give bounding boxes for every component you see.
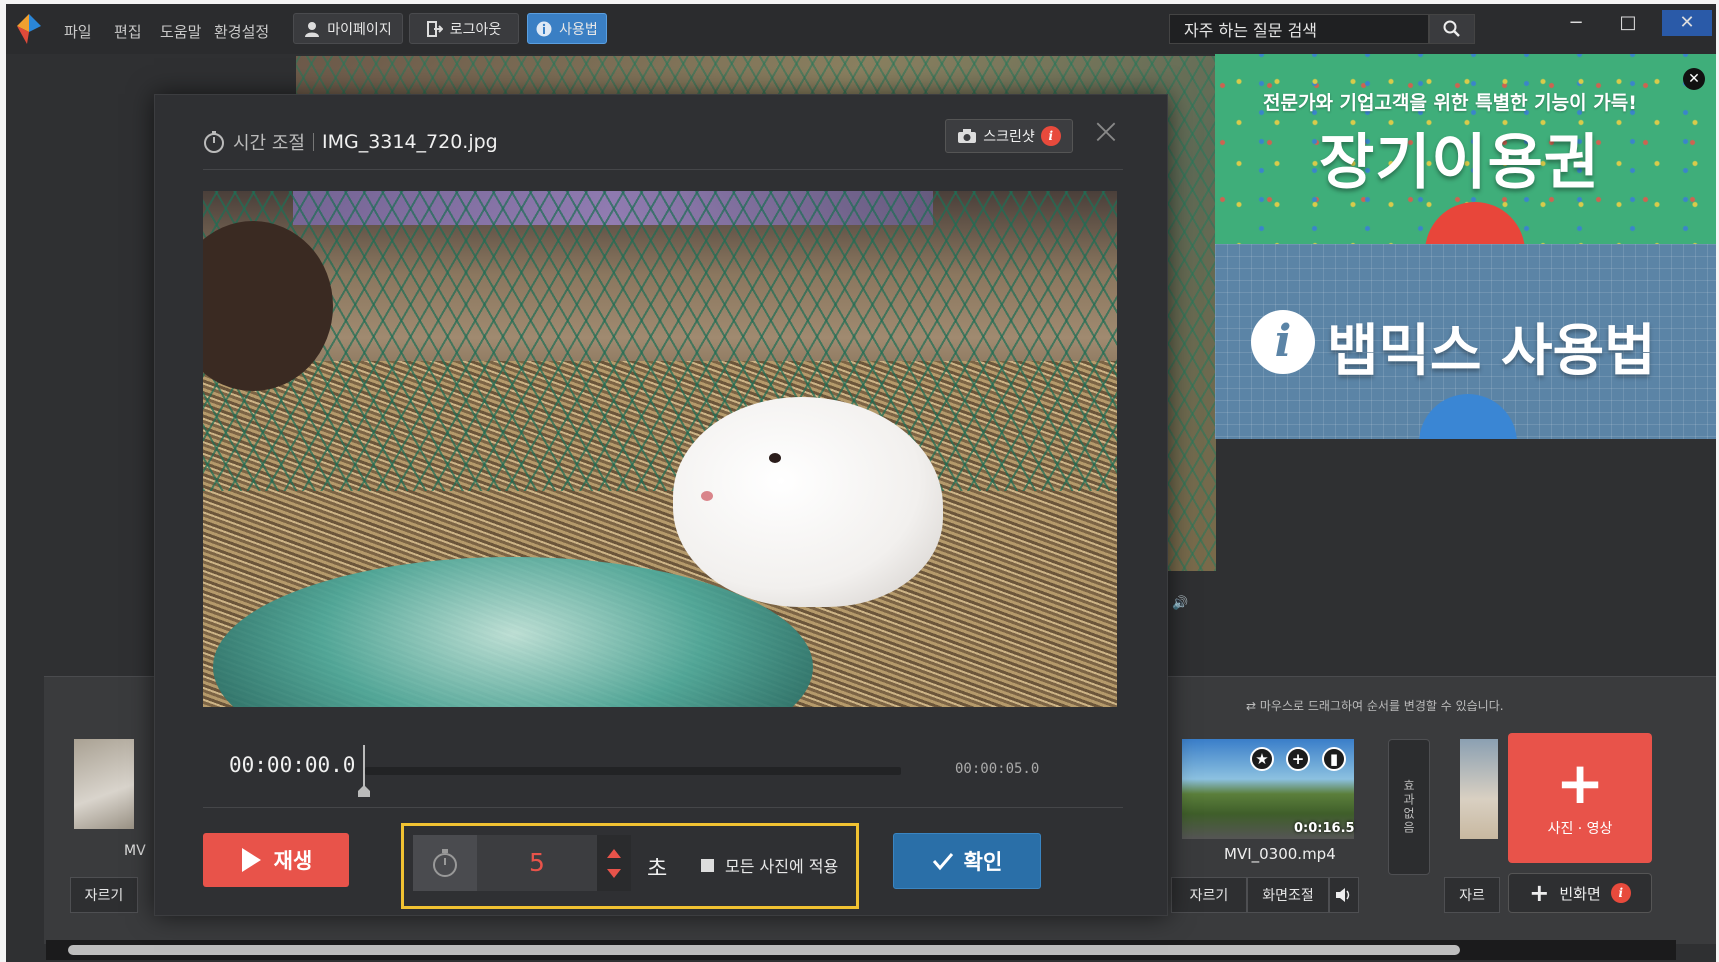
clip-thumbnail-next[interactable] [1460,739,1498,839]
add-photo-video-button[interactable]: + 사진 · 영상 [1508,733,1652,863]
ad-banner-longterm[interactable]: 전문가와 기업고객을 위한 특별한 기능이 가득! 장기이용권 ✕ [1215,54,1716,244]
confirm-button[interactable]: 확인 [893,833,1041,889]
menu-settings[interactable]: 환경설정 [214,21,269,42]
apply-all-label[interactable]: 모든 사진에 적용 [725,853,838,877]
photo-preview [203,191,1117,707]
screenshot-button[interactable]: 스크린샷 i [945,119,1073,153]
menu-file[interactable]: 파일 [64,21,92,42]
user-icon [305,21,320,37]
faq-search-placeholder: 자주 하는 질문 검색 [1184,21,1318,40]
trim-button-next[interactable]: 자르 [1444,877,1500,913]
mypage-label: 마이페이지 [327,21,392,38]
screen-adjust-button[interactable]: 화면조절 [1247,877,1329,913]
clip-duration: 0:0:16.5 [1294,821,1355,836]
info-icon [536,21,552,36]
title-bar: 파일 편집 도움말 환경설정 마이페이지 로그아웃 사용법 자주 하는 질문 검… [6,4,1716,54]
maximize-button[interactable]: □ [1603,10,1653,36]
menu-edit[interactable]: 편집 [114,21,142,42]
checkmark-icon [932,853,953,871]
ad1-subtitle: 전문가와 기업고객을 위한 특별한 기능이 가득! [1263,92,1637,114]
blank-screen-label: 빈화면 [1559,884,1601,903]
plus-icon: + [1529,879,1550,907]
drag-hint: ⇄ 마우스로 드래그하여 순서를 변경할 수 있습니다. [1246,699,1504,713]
screenshot-label: 스크린샷 [983,129,1035,145]
play-button[interactable]: 재생 [203,833,349,887]
mypage-button[interactable]: 마이페이지 [293,13,403,44]
ad-banner-usage[interactable]: i 뱁믹스 사용법 [1215,244,1716,439]
search-icon [1443,20,1460,37]
add-media-label: 사진 · 영상 [1547,821,1613,837]
info-badge-icon[interactable]: i [1040,126,1061,146]
logout-icon [426,20,443,37]
time-adjust-dialog: 시간 조절 IMG_3314_720.jpg 스크린샷 i × 00:00:00… [154,94,1168,916]
trash-icon[interactable]: ▮ [1322,747,1346,771]
search-button[interactable] [1429,14,1475,44]
end-time: 00:00:05.0 [955,761,1040,777]
trim-button[interactable]: 자르기 [1171,877,1247,913]
confirm-label: 확인 [963,850,1003,874]
increment-arrow-icon[interactable] [607,849,621,858]
seconds-unit: 초 [647,857,668,882]
trim-button-left[interactable]: 자르기 [70,877,138,913]
ad-close-button[interactable]: ✕ [1683,68,1705,90]
duration-stepper[interactable]: 5 [413,835,631,891]
duration-value[interactable]: 5 [477,835,597,891]
stopwatch-icon [413,835,477,891]
camera-icon [958,129,977,143]
clip-name-left: MV [124,843,146,859]
effect-icon[interactable]: ★ [1250,747,1274,771]
logout-label: 로그아웃 [449,21,502,38]
dialog-title: 시간 조절 IMG_3314_720.jpg [203,129,498,155]
play-label: 재생 [273,849,313,873]
usage-label: 사용법 [559,21,598,38]
playhead[interactable] [363,745,365,789]
dialog-close-button[interactable]: × [1089,114,1123,151]
horizontal-scrollbar[interactable] [46,940,1676,960]
volume-button[interactable] [1329,877,1359,913]
info-circle-icon: i [1251,310,1315,374]
app-window: 파일 편집 도움말 환경설정 마이페이지 로그아웃 사용법 자주 하는 질문 검… [6,4,1716,962]
clip-thumbnail-left[interactable] [74,739,134,829]
app-logo-icon [17,14,41,44]
logout-button[interactable]: 로그아웃 [409,13,519,44]
seek-track[interactable] [365,767,901,775]
dialog-title-label: 시간 조절 [233,133,305,154]
playhead-handle[interactable] [358,785,370,797]
ad1-title: 장기이용권 [1319,128,1600,198]
no-effect-transition[interactable]: 효과없음 [1388,739,1430,875]
dialog-filename: IMG_3314_720.jpg [321,131,498,153]
blank-screen-button[interactable]: + 빈화면 i [1508,873,1652,913]
faq-search-input[interactable]: 자주 하는 질문 검색 [1169,14,1429,44]
scrollbar-thumb[interactable] [68,945,1460,955]
apply-all-checkbox[interactable] [701,859,714,872]
plus-icon: + [1555,749,1605,817]
play-icon [241,848,261,872]
menu-help[interactable]: 도움말 [160,21,201,42]
decrement-arrow-icon[interactable] [607,869,621,878]
minimize-button[interactable]: − [1551,10,1601,36]
speaker-icon [1336,888,1350,902]
stopwatch-icon [204,131,224,153]
close-window-button[interactable]: ✕ [1662,10,1712,36]
add-icon[interactable]: + [1286,747,1310,771]
info-badge-icon[interactable]: i [1610,883,1631,903]
current-time: 00:00:00.0 [229,753,356,777]
clip-name: MVI_0300.mp4 [1224,845,1336,863]
ad2-title: 뱁믹스 사용법 [1327,319,1656,384]
usage-button[interactable]: 사용법 [527,13,607,44]
